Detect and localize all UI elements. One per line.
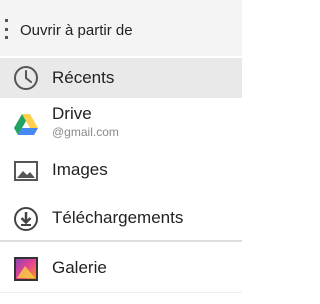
google-drive-icon xyxy=(13,112,39,138)
drive-account-email: @gmail.com xyxy=(52,125,119,139)
image-icon xyxy=(13,158,39,184)
overflow-handle-icon xyxy=(5,19,8,39)
open-from-drawer: Ouvrir à partir de Récents Drive @gmail.… xyxy=(0,0,242,304)
drawer-item-images[interactable]: Images xyxy=(0,150,242,190)
drawer-item-label: Images xyxy=(52,160,108,179)
drawer-item-gallery[interactable]: Galerie xyxy=(0,246,242,290)
drawer-item-drive[interactable]: Drive @gmail.com xyxy=(0,100,242,146)
drawer-item-label: Récents xyxy=(52,68,115,87)
section-divider xyxy=(0,240,242,242)
list-divider xyxy=(0,292,242,293)
clock-icon xyxy=(13,65,39,91)
drawer-header: Ouvrir à partir de xyxy=(0,0,242,56)
drawer-item-label: Drive xyxy=(52,104,92,123)
gallery-icon xyxy=(13,256,39,282)
download-icon xyxy=(13,206,39,232)
drawer-item-recents[interactable]: Récents xyxy=(0,58,242,98)
drawer-title: Ouvrir à partir de xyxy=(20,22,133,39)
drawer-item-label: Galerie xyxy=(52,258,107,277)
drawer-item-downloads[interactable]: Téléchargements xyxy=(0,196,242,240)
drawer-item-label: Téléchargements xyxy=(52,208,184,227)
